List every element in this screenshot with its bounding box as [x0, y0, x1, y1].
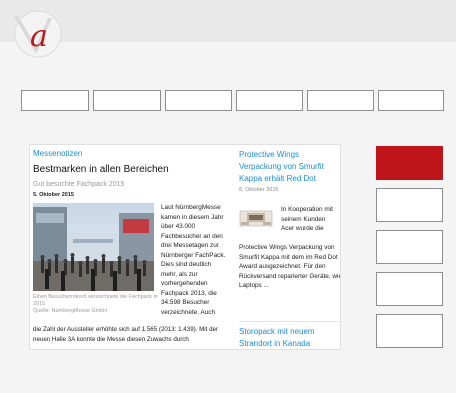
nav-tab-3[interactable] [165, 90, 232, 111]
article-date: 5. Oktober 2015 [33, 192, 74, 198]
sidebar-button-3[interactable] [376, 230, 443, 264]
nav-tab-6[interactable] [378, 90, 444, 111]
main-news-column: Messenotizen Bestmarken in allen Bereich… [33, 149, 231, 198]
nav-tab-1[interactable] [21, 90, 89, 111]
photo-credit: Quelle: NürnbergMesse GmbH [33, 308, 108, 314]
right-article-title[interactable]: Protective Wings Verpackung von Smurfit … [239, 149, 339, 185]
article-body-bottom: die Zahl der Aussteller erhöhte sich auf… [33, 326, 219, 343]
nav-tab-5[interactable] [307, 90, 374, 111]
logo-icon: a [14, 10, 62, 58]
article-headline[interactable]: Bestmarken in allen Bereichen [33, 164, 231, 175]
article-subheadline: Gut besuchte Fachpack 2015 [33, 181, 125, 188]
brand-logo[interactable]: a [14, 10, 62, 58]
news-panel: Messenotizen Bestmarken in allen Bereich… [29, 144, 341, 350]
top-header-bar [0, 0, 456, 42]
right-article-title-2[interactable]: Storopack mit neuem Strandort in Kanada [239, 326, 340, 349]
photo-caption: Einen Besucherrekord verzeichnete die Fa… [33, 294, 158, 315]
sidebar-button-2[interactable] [376, 188, 443, 222]
sidebar-button-4[interactable] [376, 272, 443, 306]
right-article-intro: In Kooperation mit seinem Kunden Acer wu… [281, 206, 333, 232]
trade-fair-photo-icon [33, 203, 154, 291]
right-article-thumbnail[interactable] [239, 210, 273, 227]
packaging-thumbnail-icon [239, 210, 273, 227]
right-article-date: 8. Oktober 2015 [239, 187, 279, 193]
section-label[interactable]: Messenotizen [33, 149, 231, 158]
article-photo[interactable] [33, 203, 154, 291]
right-article-body: Protective Wings Verpackung von Smurfit … [239, 244, 341, 289]
nav-tab-2[interactable] [93, 90, 161, 111]
nav-tab-4[interactable] [236, 90, 303, 111]
svg-text:a: a [30, 19, 48, 54]
sidebar-button-1[interactable] [376, 146, 443, 180]
right-news-column: Protective Wings Verpackung von Smurfit … [239, 149, 340, 348]
article-body-side: Laut NürnbergMesse kamen in diesem Jahr … [161, 204, 226, 316]
divider [239, 321, 340, 322]
sidebar-button-5[interactable] [376, 314, 443, 348]
photo-caption-text: Einen Besucherrekord verzeichnete die Fa… [33, 294, 158, 307]
